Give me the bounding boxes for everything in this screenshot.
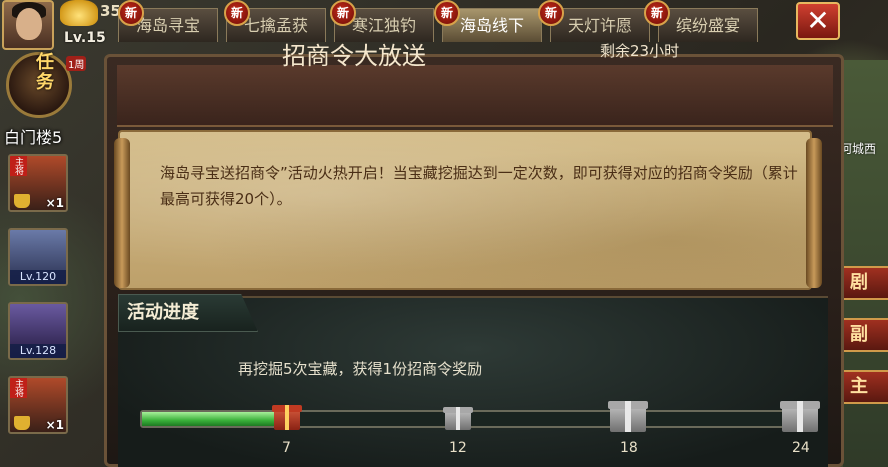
hero-card[interactable]: 主将 ×1 [8, 154, 68, 212]
tab-lantern-wish[interactable]: 天灯许愿 [550, 8, 650, 42]
scroll-rod-right [806, 138, 822, 288]
panel-header [117, 65, 833, 127]
milestone-value: 18 [620, 440, 638, 456]
tab-label: 海岛寻宝 [135, 16, 200, 35]
new-badge: 新 [330, 0, 356, 26]
hero-level: Lv.120 [10, 270, 66, 284]
gift-box-ribbon [625, 400, 631, 432]
task-sub-badge: 1周 [66, 56, 87, 71]
event-timer: 剩余23小时 [600, 42, 680, 60]
tab-label: 海岛线下 [459, 16, 524, 35]
hero-card[interactable]: 主将 ×1 [8, 376, 68, 434]
side-menu-button[interactable]: 剧 [842, 266, 888, 300]
map-terrain-strip [843, 60, 888, 467]
new-badge: 新 [538, 0, 564, 26]
milestone-value: 7 [282, 440, 291, 456]
gold-ingot-icon [60, 0, 98, 26]
new-badge: 新 [644, 0, 670, 26]
scroll-rod-left [114, 138, 130, 288]
milestone-value: 12 [449, 440, 467, 456]
gift-box-icon[interactable] [780, 394, 820, 432]
location-label: 白门楼5 [4, 128, 63, 147]
hero-count: ×1 [45, 418, 64, 432]
section-label: 活动进度 [118, 294, 258, 332]
hero-level: Lv.128 [10, 344, 66, 358]
avatar-face [16, 8, 42, 40]
new-badge: 新 [118, 0, 144, 26]
gift-box-icon[interactable] [608, 394, 648, 432]
close-button[interactable]: ✕ [796, 2, 840, 40]
progress-message: 再挖掘5次宝藏，获得1份招商令奖励 [238, 360, 483, 378]
gift-box-icon[interactable] [272, 400, 302, 430]
tab-label: 缤纷盛宴 [675, 16, 740, 35]
tab-label: 寒江独钓 [351, 16, 416, 35]
hero-count: ×1 [45, 196, 64, 210]
player-level: Lv.15 [64, 30, 106, 46]
side-menu-button[interactable]: 副 [842, 318, 888, 352]
task-label: 任务 [33, 52, 54, 92]
hero-card[interactable]: Lv.120 [8, 228, 68, 286]
tab-label: 天灯许愿 [567, 16, 632, 35]
milestone-value: 24 [792, 440, 810, 456]
gift-box-ribbon [797, 400, 803, 432]
gift-box-ribbon [455, 407, 461, 430]
event-description: 海岛寻宝送招商令”活动火热开启！当宝藏挖掘达到一定次数，即可获得对应的招商令奖励… [160, 164, 798, 208]
trophy-icon [14, 194, 30, 208]
gift-box-ribbon [284, 405, 290, 430]
trophy-icon [14, 416, 30, 430]
progress-bar-fill [142, 412, 287, 426]
new-badge: 新 [434, 0, 460, 26]
main-general-badge: 主将 [10, 378, 27, 398]
gift-box-icon[interactable] [443, 402, 473, 430]
main-general-badge: 主将 [10, 156, 27, 176]
tab-label: 七擒孟获 [243, 16, 308, 35]
side-menu-button[interactable]: 主 [842, 370, 888, 404]
tab-colorful-feast[interactable]: 缤纷盛宴 [658, 8, 758, 42]
city-name-label: 河城西 [840, 142, 877, 156]
new-badge: 新 [224, 0, 250, 26]
player-avatar[interactable] [2, 0, 54, 50]
event-tab-bar: 海岛寻宝 七擒孟获 寒江独钓 海岛线下 天灯许愿 缤纷盛宴 新 新 新 新 新 … [118, 0, 782, 42]
hero-card[interactable]: Lv.128 [8, 302, 68, 360]
